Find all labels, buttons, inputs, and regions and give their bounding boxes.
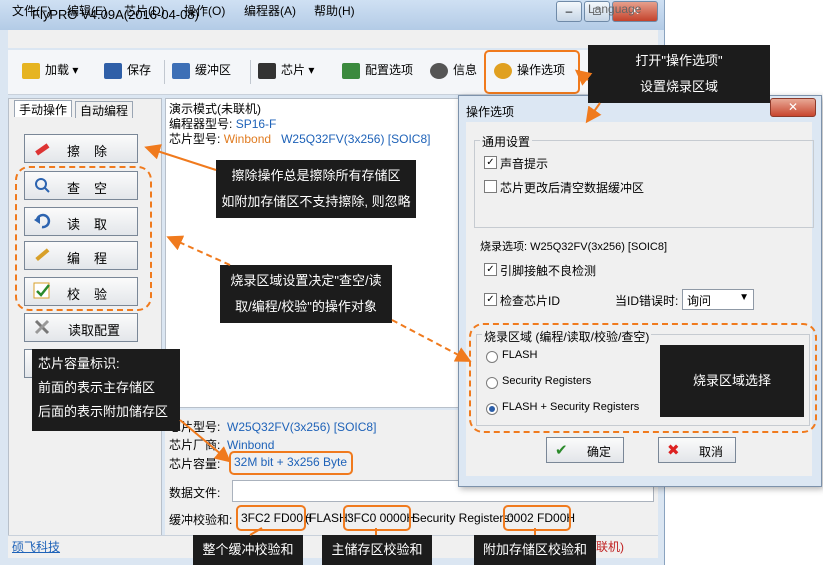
arrow-ops-group — [166, 235, 231, 266]
arrow-dialog — [585, 102, 602, 124]
annotation-arrows — [144, 69, 602, 536]
arrow-cs-total — [249, 527, 263, 536]
arrow-region — [391, 319, 472, 362]
arrow-ops — [574, 69, 593, 86]
arrow-capacity — [179, 419, 232, 463]
arrow-erase — [144, 144, 217, 171]
